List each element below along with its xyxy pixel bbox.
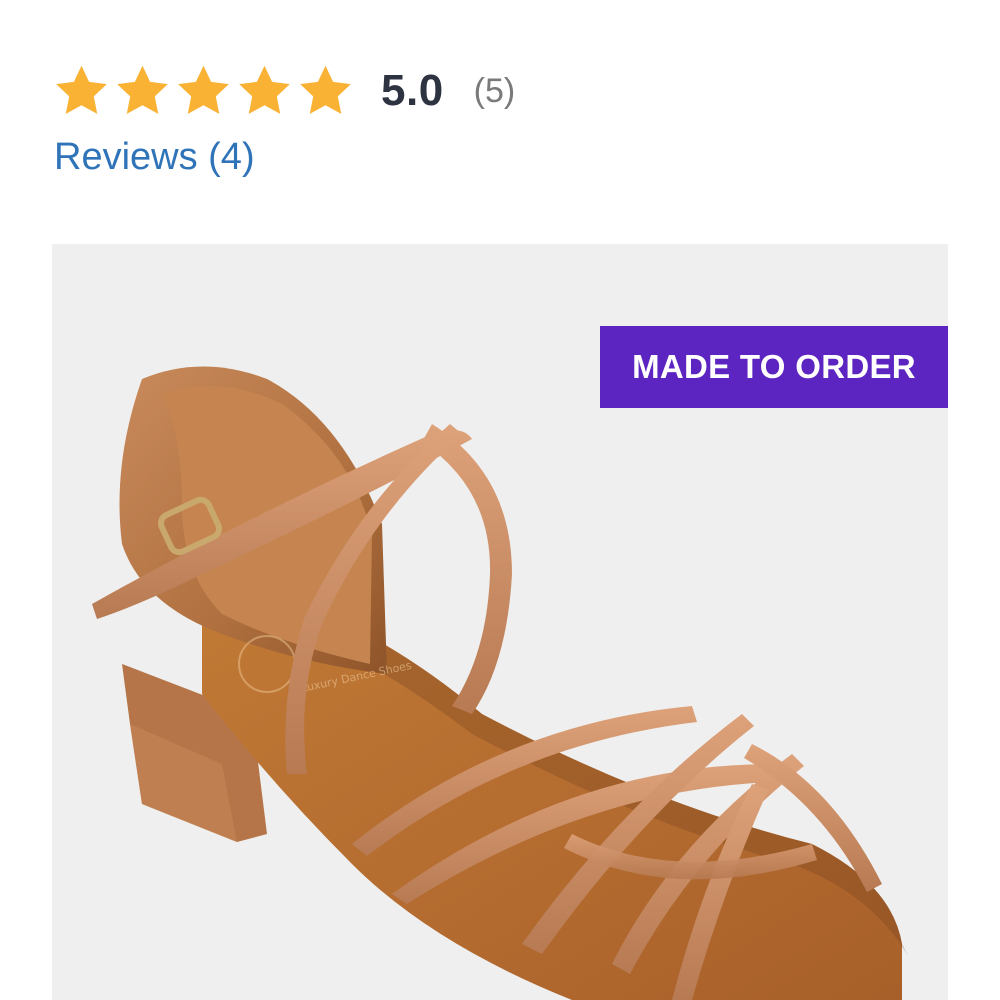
rating-summary[interactable]: 5.0 (5) <box>52 58 515 124</box>
star-icon <box>56 65 107 114</box>
made-to-order-badge: MADE TO ORDER <box>600 326 948 408</box>
rating-score: 5.0 <box>381 66 444 115</box>
star-icon <box>178 65 229 114</box>
star-icon <box>300 65 351 114</box>
star-rating <box>52 62 355 121</box>
product-page: 5.0 (5) Reviews (4) Luxury Dance Shoes M… <box>0 0 1000 1000</box>
rating-count: (5) <box>473 71 516 110</box>
star-icon <box>117 65 168 114</box>
star-icon <box>239 65 290 114</box>
reviews-link[interactable]: Reviews (4) <box>54 136 255 179</box>
